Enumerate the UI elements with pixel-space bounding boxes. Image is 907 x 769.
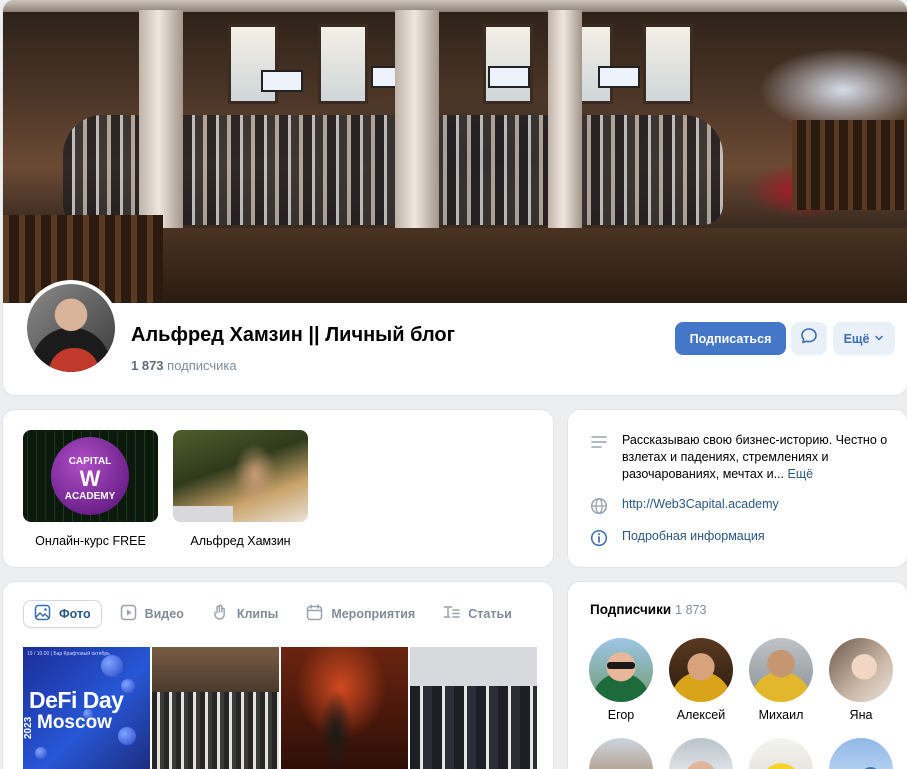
- photo-title-2: Moscow: [37, 712, 112, 733]
- subscriber-name[interactable]: Михаил: [748, 708, 814, 722]
- message-button[interactable]: [791, 322, 827, 355]
- message-icon: [799, 326, 819, 351]
- tab-clips[interactable]: Клипы: [202, 600, 288, 628]
- subscriber-avatar[interactable]: [749, 638, 813, 702]
- about-details-row: Подробная информация: [590, 528, 765, 547]
- subscriber-item[interactable]: Алексей: [668, 638, 734, 722]
- subscriber-avatar[interactable]: [589, 638, 653, 702]
- link-label[interactable]: Онлайн-курс FREE: [23, 534, 158, 548]
- subscriber-item[interactable]: [588, 738, 654, 769]
- subscribers-count: 1 873: [131, 358, 164, 373]
- tab-video[interactable]: Видео: [110, 600, 194, 628]
- photo-title-1: DeFi Day: [29, 687, 124, 713]
- more-label: Ещё: [843, 331, 870, 346]
- subscribers-title[interactable]: Подписчики 1 873: [590, 602, 706, 617]
- clips-icon: [212, 604, 229, 624]
- subscriber-avatar[interactable]: [749, 738, 813, 769]
- subscriber-avatar[interactable]: [669, 638, 733, 702]
- about-card: Рассказываю свою бизнес-историю. Честно …: [568, 410, 907, 567]
- calendar-icon: [306, 604, 323, 624]
- photo-caption-top: 19 / 10.00 | Бар Крафтовый октябрь: [27, 651, 110, 657]
- photo-year: 2023: [23, 716, 34, 739]
- cover-image: [3, 0, 907, 303]
- video-icon: [120, 604, 137, 624]
- links-card: CAPITAL W ACADEMY Онлайн-курс FREE Альфр…: [3, 410, 553, 567]
- profile-card: Альфред Хамзин || Личный блог 1 873 подп…: [3, 0, 907, 395]
- subscribers-title-count: 1 873: [675, 603, 707, 617]
- article-icon: [443, 604, 460, 624]
- photo-stage[interactable]: [281, 647, 408, 769]
- link-thumb-person[interactable]: [173, 430, 308, 522]
- capital-academy-logo: CAPITAL W ACADEMY: [51, 437, 129, 515]
- subscribers-word: подписчика: [167, 358, 237, 373]
- subscriber-avatar[interactable]: [829, 638, 893, 702]
- subscribers-card: Подписчики 1 873 Егор Алексей Михаил Яна: [568, 582, 907, 769]
- details-link[interactable]: Подробная информация: [622, 528, 765, 545]
- avatar[interactable]: [23, 280, 119, 376]
- profile-subscribers[interactable]: 1 873 подписчика: [131, 358, 237, 373]
- subscriber-avatar[interactable]: [829, 738, 893, 769]
- subscriber-name[interactable]: Алексей: [668, 708, 734, 722]
- info-icon: [590, 529, 608, 547]
- about-more-link[interactable]: Ещё: [788, 467, 814, 481]
- chevron-down-icon: [874, 332, 884, 346]
- link-thumb-course[interactable]: CAPITAL W ACADEMY: [23, 430, 158, 522]
- website-link[interactable]: http://Web3Capital.academy: [622, 496, 779, 513]
- text-lines-icon: [590, 433, 608, 451]
- link-label[interactable]: Альфред Хамзин: [173, 534, 308, 548]
- subscriber-name[interactable]: Яна: [828, 708, 894, 722]
- link-item-course[interactable]: CAPITAL W ACADEMY Онлайн-курс FREE: [23, 430, 158, 548]
- about-website-row: http://Web3Capital.academy: [590, 496, 779, 515]
- photo-defi-day[interactable]: 19 / 10.00 | Бар Крафтовый октябрь DeFi …: [23, 647, 150, 769]
- subscriber-item[interactable]: Егор: [588, 638, 654, 722]
- subscribe-button[interactable]: Подписаться: [675, 322, 786, 355]
- subscriber-name[interactable]: Егор: [588, 708, 654, 722]
- subscriber-item[interactable]: Яна: [828, 638, 894, 722]
- photo-group[interactable]: [410, 647, 537, 769]
- globe-icon: [590, 497, 608, 515]
- link-item-person[interactable]: Альфред Хамзин: [173, 430, 308, 548]
- subscriber-item[interactable]: [668, 738, 734, 769]
- tab-photo[interactable]: Фото: [23, 600, 102, 628]
- photo-icon: [34, 604, 51, 624]
- subscriber-item[interactable]: Михаил: [748, 638, 814, 722]
- about-text: Рассказываю свою бизнес-историю. Честно …: [622, 433, 888, 481]
- subscriber-item[interactable]: [828, 738, 894, 769]
- subscriber-avatar[interactable]: [589, 738, 653, 769]
- media-card: Фото Видео Клипы Мероприятия Статьи 19 /…: [3, 582, 553, 769]
- tab-events[interactable]: Мероприятия: [296, 600, 425, 628]
- subscriber-avatar[interactable]: [669, 738, 733, 769]
- media-tabs: Фото Видео Клипы Мероприятия Статьи: [23, 600, 522, 628]
- profile-name: Альфред Хамзин || Личный блог: [131, 324, 455, 346]
- photo-hall[interactable]: [152, 647, 279, 769]
- subscriber-item[interactable]: [748, 738, 814, 769]
- about-description: Рассказываю свою бизнес-историю. Честно …: [590, 432, 890, 483]
- tab-articles[interactable]: Статьи: [433, 600, 522, 628]
- more-button[interactable]: Ещё: [833, 322, 895, 355]
- photo-grid: 19 / 10.00 | Бар Крафтовый октябрь DeFi …: [23, 647, 537, 769]
